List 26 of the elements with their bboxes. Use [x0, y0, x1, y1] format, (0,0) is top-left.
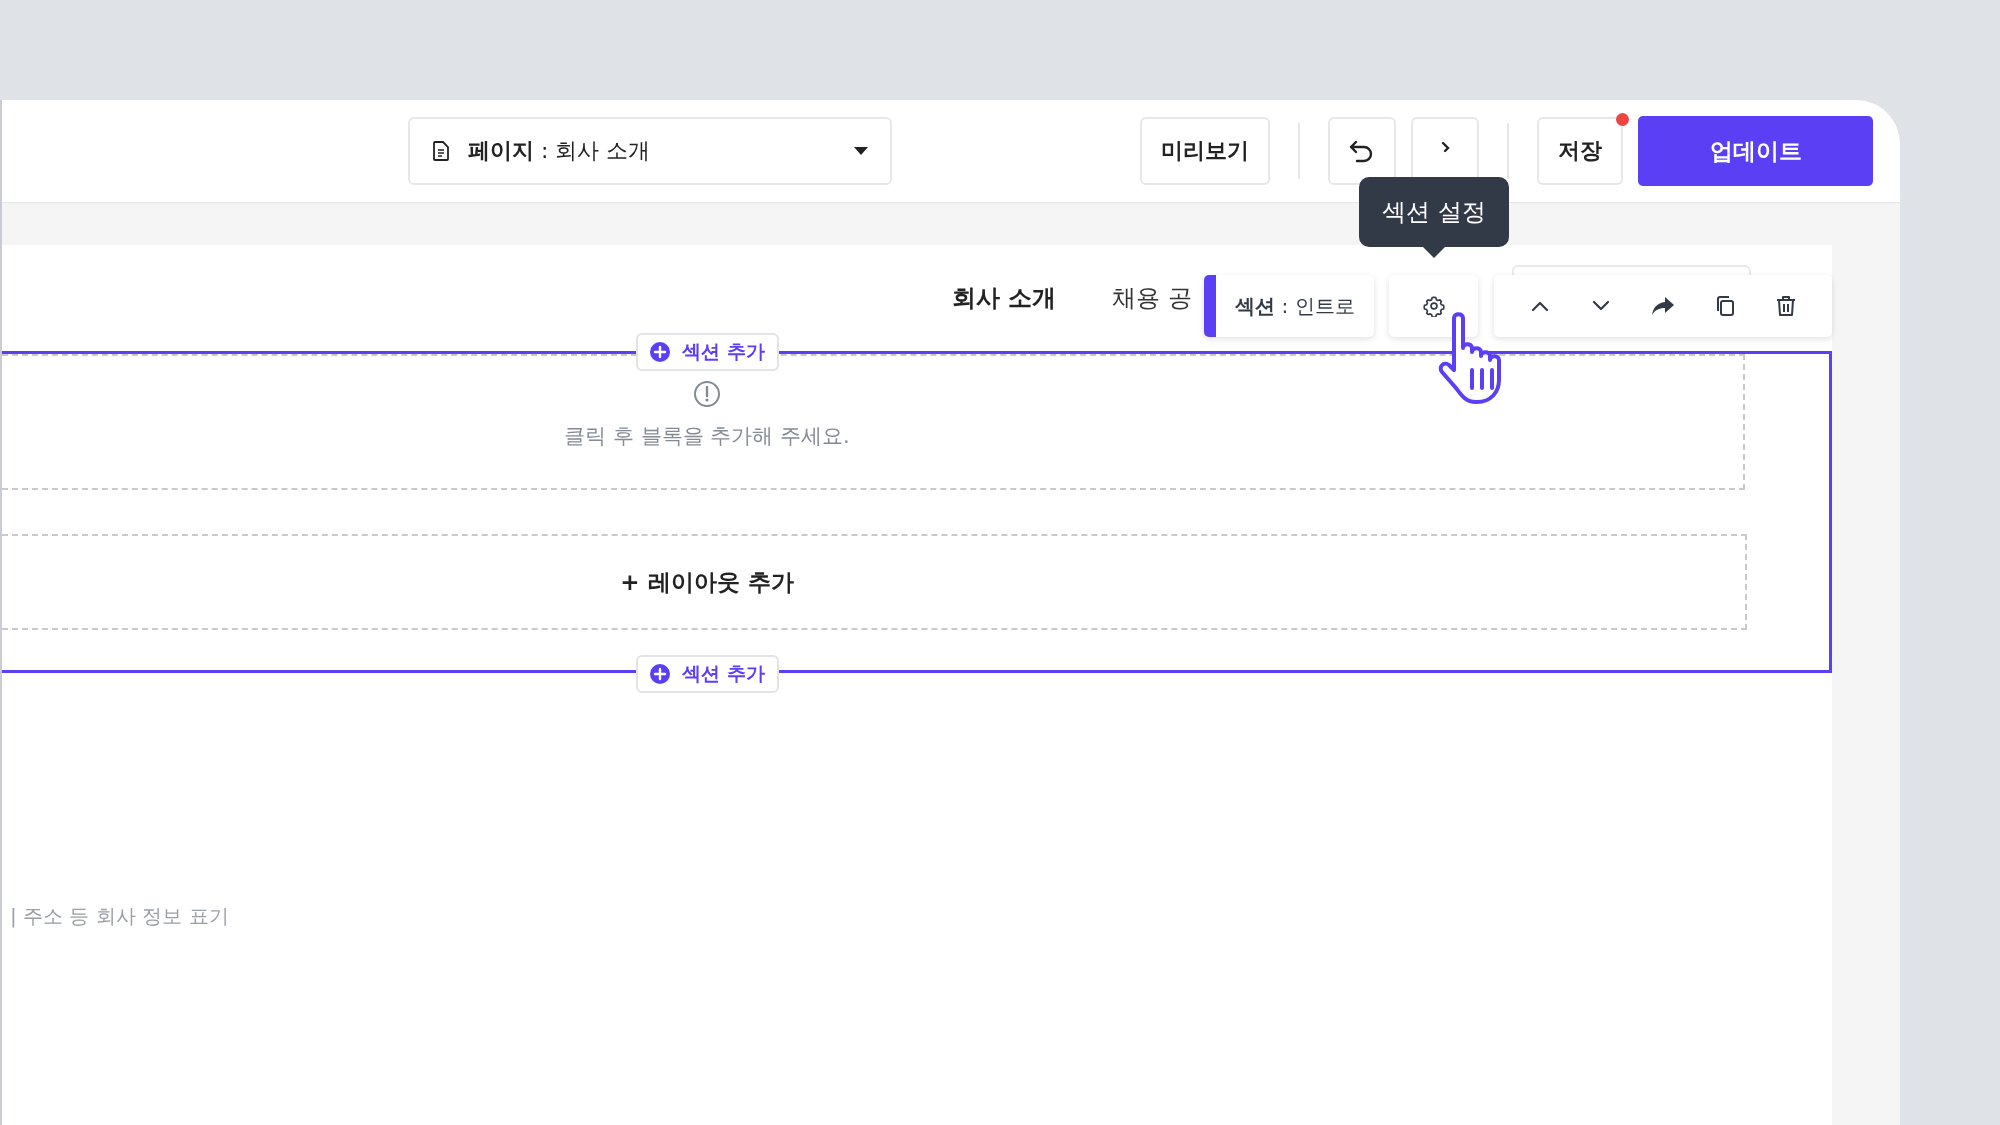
share-arrow-icon[interactable] [1650, 296, 1675, 316]
info-icon [693, 380, 721, 408]
nav-link[interactable]: 회사 소개 [952, 282, 1057, 314]
move-down-icon[interactable] [1590, 300, 1611, 312]
plus-circle-icon [650, 664, 670, 684]
undo-button[interactable] [1328, 117, 1396, 185]
empty-block-hint: 클릭 후 블록을 추가해 주세요. [564, 423, 850, 450]
chevron-icon [1439, 141, 1451, 155]
settings-icon [1422, 295, 1445, 317]
page-dropdown[interactable]: 페이지 : 회사 소개 [408, 117, 892, 185]
update-button[interactable]: 업데이트 [1638, 116, 1873, 186]
save-button[interactable]: 저장 [1537, 117, 1623, 185]
plus-circle-icon [650, 342, 670, 362]
trash-icon[interactable] [1775, 295, 1796, 317]
section-label: 섹션 : 인트로 [1204, 275, 1374, 337]
copy-icon[interactable] [1715, 295, 1736, 317]
preview-button[interactable]: 미리보기 [1140, 117, 1270, 185]
add-section-button[interactable]: 섹션 추가 [636, 655, 779, 693]
caret-icon [854, 147, 868, 155]
nav-link[interactable]: 채용 공 [1112, 282, 1192, 314]
document-icon [432, 141, 450, 161]
move-up-icon[interactable] [1530, 300, 1551, 312]
add-section-button[interactable]: 섹션 추가 [636, 333, 779, 371]
tooltip: 섹션 설정 [1359, 177, 1509, 258]
settings-button[interactable] [1389, 275, 1478, 337]
footer-text: | 주소 등 회사 정보 표기 [9, 903, 230, 930]
